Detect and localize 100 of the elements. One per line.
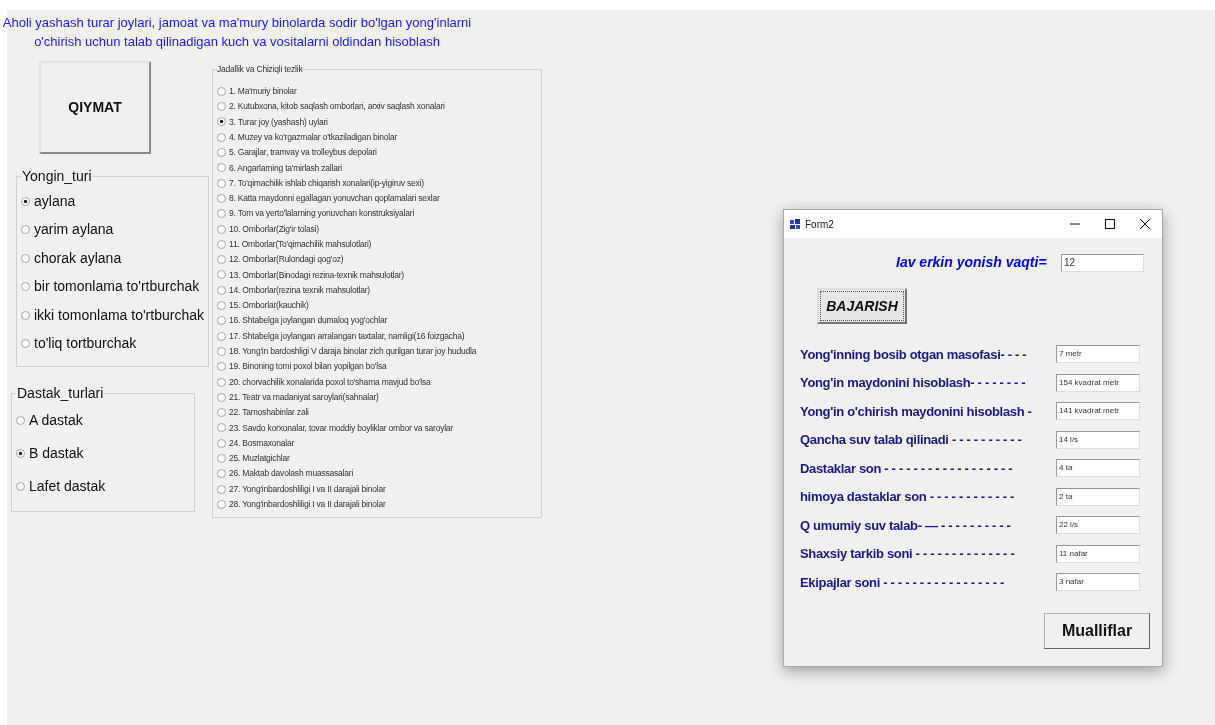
option-label[interactable]: Lafet dastak <box>29 476 106 497</box>
option-label[interactable]: 7. To'qimachilik ishlab chiqarish xonalari(ip-yigiruv sexi) <box>229 176 424 190</box>
option-label[interactable]: 15. Omborlar(kauchik) <box>229 299 309 312</box>
radio-icon[interactable] <box>217 224 226 234</box>
option-label[interactable]: 4. Muzey va ko'rgazmalar o'tkaziladigan binolar <box>229 130 398 144</box>
option-label[interactable]: 6. Angarlarning ta'mirlash zallari <box>229 161 342 175</box>
radio-selected-icon[interactable] <box>21 196 30 206</box>
option-label[interactable]: 20. chorvachilik xonalarida poxol to'shama mavjud bo'lsa <box>229 375 431 389</box>
radio-icon[interactable] <box>217 499 226 509</box>
time-field[interactable]: 12 <box>1061 253 1144 272</box>
radio-icon[interactable] <box>217 454 226 463</box>
option-label[interactable]: 22. Tamoshabinlar zali <box>229 406 309 419</box>
option-label[interactable]: 18. Yong'in bardoshligi V daraja binolar zich qurilgan turar joy hududla <box>229 345 477 358</box>
result-field[interactable]: 3 nafar <box>1056 573 1140 592</box>
option-label[interactable]: 24. Bosmaxonalar <box>229 436 295 450</box>
option-label[interactable]: 10. Omborlar(Zig'ir tolasi) <box>229 222 319 236</box>
app-icon <box>789 218 801 230</box>
option-label[interactable]: 13. Omborlar(Binodagi rezina-texnik mahsulotlar) <box>229 268 404 282</box>
option-label[interactable]: 3. Turar joy (yashash) uylari <box>229 115 328 129</box>
close-icon[interactable] <box>1140 219 1150 229</box>
option-label[interactable]: 11. Omborlar(To'qimachilik mahsulotlari) <box>229 238 372 251</box>
option-label[interactable]: 23. Savdo korxonalar, tovar moddiy boyliklar ombor va saroylar <box>229 421 453 435</box>
option-label[interactable]: to'liq tortburchak <box>34 333 137 355</box>
radio-icon[interactable] <box>217 132 226 142</box>
result-field[interactable]: 141 kvadrat metr <box>1056 402 1140 421</box>
radio-icon[interactable] <box>217 438 226 448</box>
result-label: Qancha suv talab qilinadi - - - - - - - - - - <box>800 431 1023 449</box>
radio-icon[interactable] <box>217 423 226 433</box>
window-title: Form2 <box>805 217 834 232</box>
group-title: Jadallik va Chiziqli tezlik <box>217 63 303 76</box>
radio-icon[interactable] <box>217 148 226 158</box>
radio-icon[interactable] <box>217 301 226 311</box>
option-label[interactable]: bir tomonlama to'rtburchak <box>34 276 200 298</box>
option-label[interactable]: 17. Shtabelga joylangan arralangan taxtalar, namligi(16 foizgacha) <box>229 329 465 343</box>
heading-text: o'chirish uchun talab qilinadigan kuch va vositalarni oldindan hisoblash <box>34 33 440 51</box>
qiymat-button[interactable]: QIYMAT <box>39 61 151 154</box>
radio-icon[interactable] <box>217 178 226 188</box>
option-label[interactable]: chorak aylana <box>34 247 122 269</box>
authors-button[interactable]: Mualliflar <box>1044 612 1150 649</box>
radio-icon[interactable] <box>217 362 226 372</box>
radio-icon[interactable] <box>21 253 30 263</box>
option-label[interactable]: 1. Ma'muriy binolar <box>229 85 297 98</box>
option-label[interactable]: 21. Teatr va madaniyat saroylari(sahnalar) <box>229 390 379 404</box>
group-title: Yongin_turi <box>21 167 93 186</box>
radio-icon[interactable] <box>217 163 226 173</box>
radio-icon[interactable] <box>21 282 30 292</box>
radio-icon[interactable] <box>217 408 226 418</box>
option-label[interactable]: 2. Kutubxona, kitob saqlash omborlari, arxiv saqlash xonalari <box>229 100 445 114</box>
option-label[interactable]: 12. Omborlar(Rulondagi qog'oz) <box>229 253 344 267</box>
option-label[interactable]: 27. Yong'inbardoshliligi I va II darajali binolar <box>229 482 386 496</box>
radio-icon[interactable] <box>21 310 30 320</box>
radio-selected-icon[interactable] <box>217 117 226 127</box>
result-label: Yong'inning bosib otgan masofasi- - - - <box>800 345 1028 364</box>
radio-icon[interactable] <box>217 331 226 341</box>
option-label[interactable]: 9. Tom va yerto'lalarning yonuvchan konstruksiyalari <box>229 207 415 221</box>
result-label: Yong'in o'chirish maydonini hisoblash - <box>800 402 1033 421</box>
result-field[interactable]: 11 nafar <box>1056 544 1140 563</box>
result-field[interactable]: 22 l/s <box>1056 516 1140 535</box>
radio-icon[interactable] <box>217 270 226 280</box>
radio-icon[interactable] <box>217 102 226 112</box>
result-field[interactable]: 154 kvadrat metr <box>1056 373 1140 392</box>
radio-icon[interactable] <box>217 193 226 203</box>
radio-icon[interactable] <box>217 346 226 356</box>
option-label[interactable]: 5. Garajlar, tramvay va trolleybus depolari <box>229 146 377 159</box>
option-label[interactable]: 8. Katta maydonni egallagan yonuvchan qoplamalari sexlar <box>229 192 440 205</box>
radio-icon[interactable] <box>217 316 226 326</box>
result-field[interactable]: 2 ta <box>1056 487 1140 506</box>
radio-icon[interactable] <box>217 377 226 387</box>
option-label[interactable]: 28. Yong'inbardoshliligi I va II darajali binolar <box>229 498 386 511</box>
radio-icon[interactable] <box>217 209 226 219</box>
run-button[interactable]: BAJARISH <box>817 288 907 324</box>
radio-icon[interactable] <box>217 255 226 265</box>
result-field[interactable]: 4 ta <box>1056 459 1140 478</box>
radio-icon[interactable] <box>16 482 25 491</box>
option-label[interactable]: 25. Muzlatgichlar <box>229 452 290 465</box>
result-field[interactable]: 14 l/s <box>1056 430 1140 449</box>
option-label[interactable]: aylana <box>34 190 76 212</box>
option-label[interactable]: A dastak <box>29 410 83 431</box>
result-label: Yong'in maydonini hisoblash- - - - - - - - <box>800 374 1027 392</box>
option-label[interactable]: yarim aylana <box>34 219 114 241</box>
radio-selected-icon[interactable] <box>16 449 25 458</box>
radio-icon[interactable] <box>21 225 30 235</box>
radio-icon[interactable] <box>217 484 226 494</box>
result-label: Shaxsiy tarkib soni - - - - - - - - - - - - - - <box>800 545 1016 563</box>
option-label[interactable]: ikki tomonlama to'rtburchak <box>34 304 204 326</box>
result-field[interactable]: 7 metr <box>1056 345 1140 364</box>
radio-icon[interactable] <box>217 392 226 402</box>
option-label[interactable]: 16. Shtabelga joylangan dumaloq yog'ochlar <box>229 314 388 328</box>
radio-icon[interactable] <box>16 416 25 425</box>
radio-icon[interactable] <box>217 469 226 479</box>
option-label[interactable]: 14. Omborlar(rezina texnik mahsulotlar) <box>229 283 370 297</box>
radio-icon[interactable] <box>217 285 226 295</box>
option-label[interactable]: B dastak <box>29 443 84 464</box>
result-label: himoya dastaklar son - - - - - - - - - - - - <box>800 488 1015 506</box>
option-label[interactable]: 26. Maktab davolash muassasalari <box>229 467 354 481</box>
radio-icon[interactable] <box>217 239 226 249</box>
radio-icon[interactable] <box>217 86 226 96</box>
option-label[interactable]: 19. Binoning tomi poxol bilan yopilgan bo'lsa <box>229 360 387 374</box>
maximize-icon[interactable] <box>1105 219 1115 229</box>
radio-icon[interactable] <box>21 339 30 349</box>
